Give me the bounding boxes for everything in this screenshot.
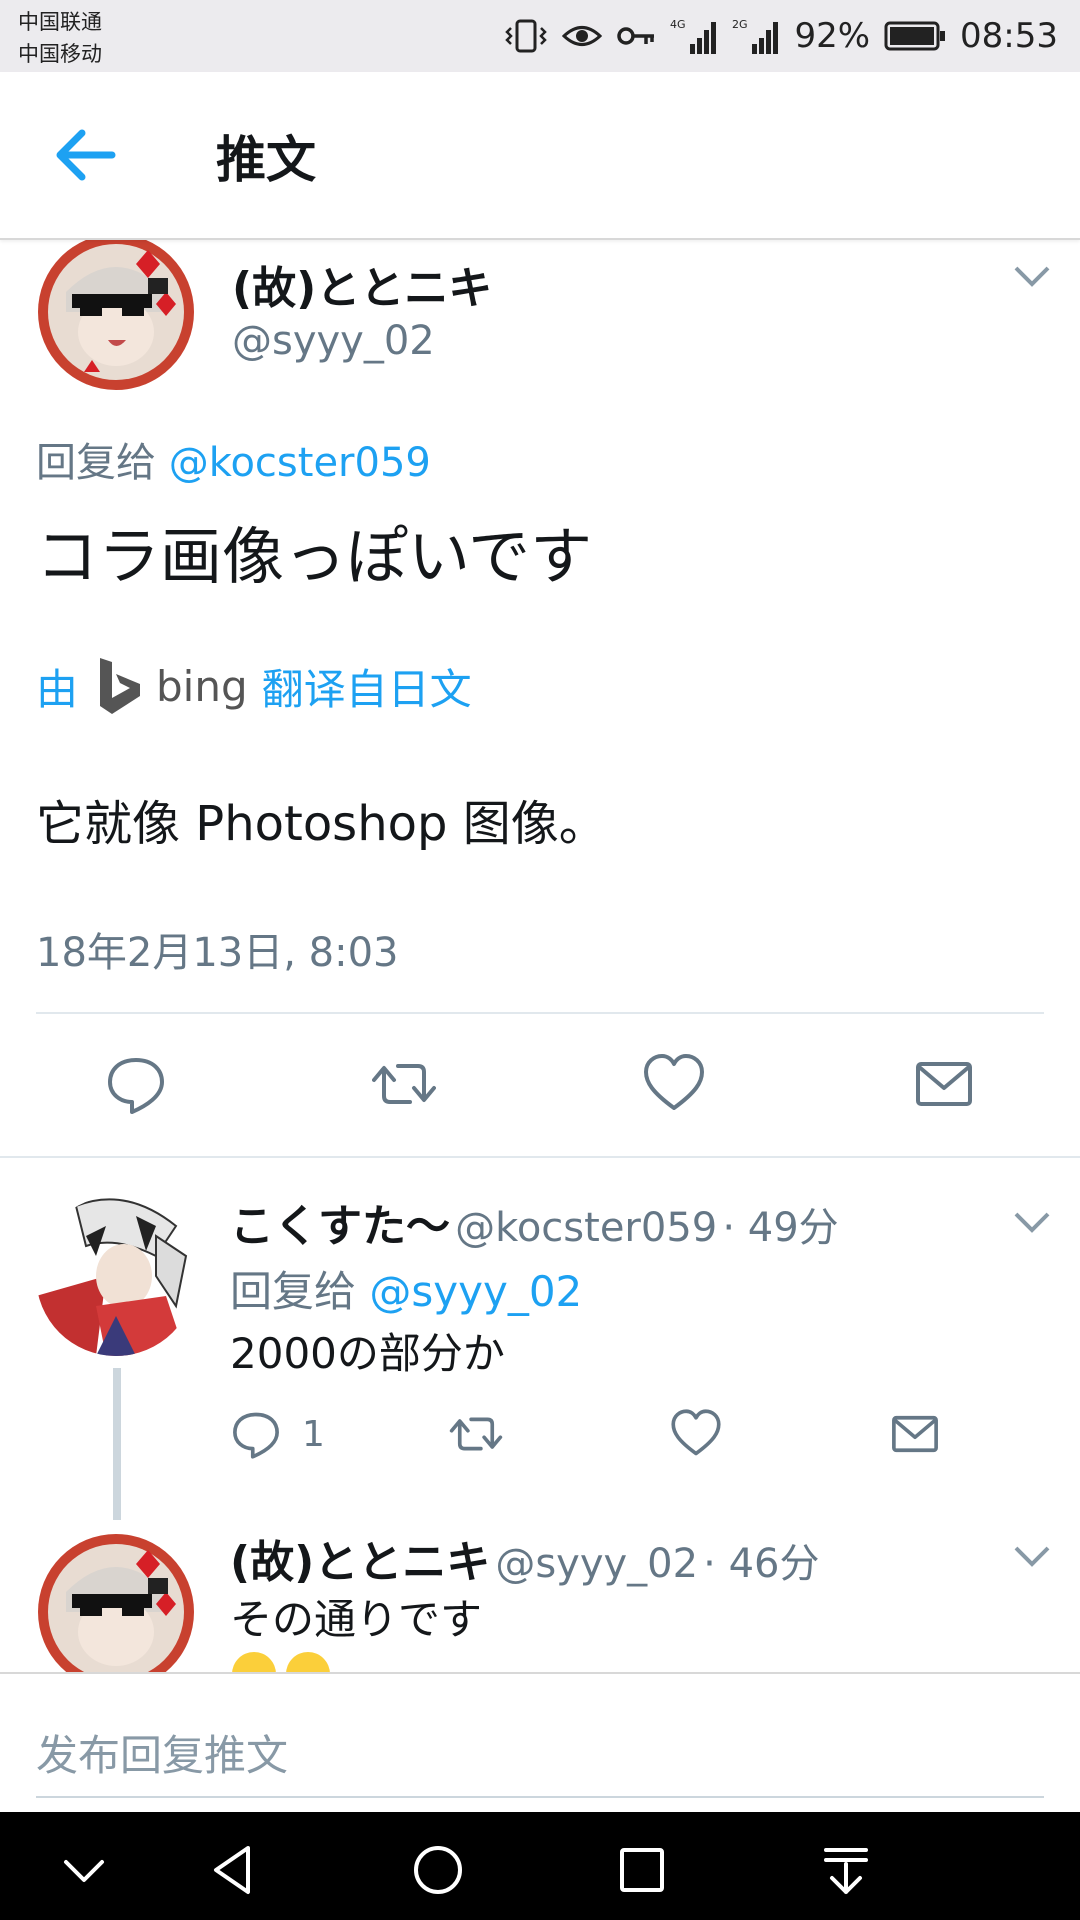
avatar[interactable] [36, 232, 196, 392]
back-triangle-icon[interactable] [206, 1842, 262, 1898]
avatar[interactable] [36, 1532, 196, 1692]
reply-context: 回复给 @kocster059 [36, 430, 431, 488]
key-icon [616, 21, 656, 51]
reply-count: 1 [302, 1413, 325, 1455]
display-name[interactable]: (故)ととニキ [230, 1537, 490, 1588]
system-navigation-bar [0, 1812, 1080, 1920]
display-name[interactable]: (故)ととニキ [232, 252, 492, 316]
direct-message-icon[interactable] [888, 1408, 942, 1460]
chevron-down-icon[interactable] [1012, 1208, 1052, 1236]
bing-logo-icon [96, 656, 146, 716]
thread-line [113, 1368, 121, 1520]
battery-percent: 92% [794, 16, 871, 56]
vibrate-icon [504, 18, 548, 54]
tweet-timestamp: 18年2月13日, 8:03 [36, 930, 399, 976]
handle[interactable]: @syyy_02 [232, 318, 435, 364]
app-header: 推文 [0, 72, 1080, 240]
reply-button[interactable]: 1 [230, 1408, 325, 1460]
status-bar: 中国联通 中国移动 4G 2G 92% 08:53 [0, 0, 1080, 72]
clock: 08:53 [960, 16, 1058, 56]
battery-icon [884, 20, 946, 52]
handle[interactable]: @kocster059 [455, 1205, 717, 1251]
translate-from: 翻译自日文 [261, 664, 472, 714]
translate-by: 由 [36, 664, 79, 714]
notification-pulldown-icon[interactable] [818, 1842, 874, 1898]
like-heart-icon[interactable] [670, 1408, 722, 1460]
reply-text: その通りです [230, 1595, 483, 1644]
translation-attribution[interactable]: 由 bing 翻译自日文 [36, 656, 472, 716]
eye-icon [562, 21, 603, 51]
retweet-icon[interactable] [448, 1408, 504, 1460]
reply-to-link[interactable]: @kocster059 [169, 440, 431, 486]
signal-1-icon: 4G [670, 16, 718, 56]
like-heart-icon[interactable] [642, 1052, 706, 1116]
reply-icon[interactable] [104, 1052, 168, 1116]
chevron-down-icon[interactable] [1012, 262, 1052, 290]
page-title: 推文 [216, 131, 316, 189]
relative-time: · 49分 [722, 1205, 839, 1251]
reply-header: (故)ととニキ @syyy_02 · 46分 [230, 1526, 820, 1590]
recent-apps-square-icon[interactable] [614, 1842, 670, 1898]
carrier-1: 中国联通 [18, 10, 102, 34]
home-circle-icon[interactable] [410, 1842, 466, 1898]
bing-wordmark: bing [156, 661, 248, 711]
retweet-icon[interactable] [372, 1052, 436, 1116]
reply-context: 回复给 @syyy_02 [230, 1258, 582, 1319]
compose-reply-input[interactable]: 发布回复推文 [36, 1722, 288, 1783]
reply-prefix: 回复给 [36, 440, 156, 486]
reply-icon [230, 1408, 282, 1460]
arrow-left-icon[interactable] [52, 127, 118, 183]
carrier-2: 中国移动 [18, 42, 102, 66]
status-icons: 4G 2G 92% 08:53 [504, 12, 1058, 60]
compose-reply-bar[interactable]: 发布回复推文 [0, 1672, 1080, 1812]
collapse-chevron-icon[interactable] [56, 1842, 112, 1898]
tweet-text: コラ画像っぽいです [36, 520, 593, 593]
direct-message-icon[interactable] [912, 1052, 976, 1116]
reply-prefix: 回复给 [230, 1267, 357, 1316]
chevron-down-icon[interactable] [1012, 1542, 1052, 1570]
display-name[interactable]: こくすた～ [230, 1201, 450, 1252]
avatar[interactable] [36, 1196, 196, 1356]
input-underline [36, 1796, 1044, 1798]
relative-time: · 46分 [703, 1541, 820, 1587]
svg-text:2G: 2G [732, 18, 748, 31]
translated-text: 它就像 Photoshop 图像。 [36, 796, 607, 852]
reply-to-link[interactable]: @syyy_02 [369, 1267, 582, 1316]
reply-text: 2000の部分か [230, 1329, 505, 1378]
divider [0, 1156, 1080, 1158]
reply-header: こくすた～ @kocster059 · 49分 [230, 1190, 839, 1254]
divider [36, 1012, 1044, 1014]
handle[interactable]: @syyy_02 [495, 1541, 698, 1587]
signal-2-icon: 2G [732, 16, 780, 56]
svg-text:4G: 4G [670, 18, 686, 31]
